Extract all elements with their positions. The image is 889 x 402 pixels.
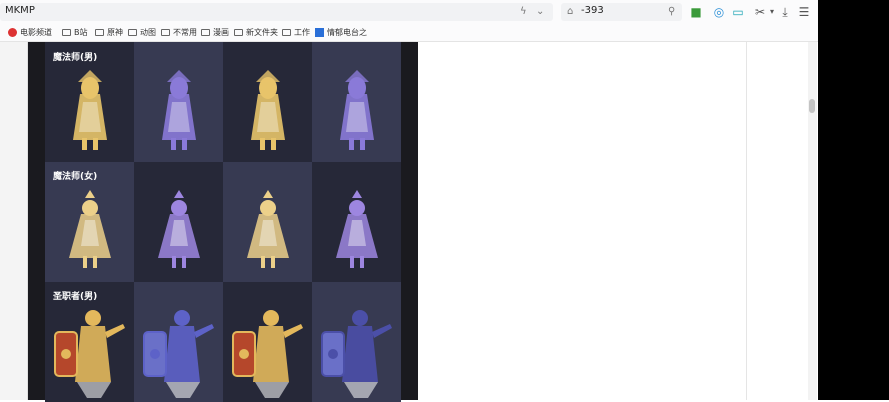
menu-icon[interactable]: ☰ bbox=[797, 5, 811, 19]
bookmark-label: 不常用 bbox=[173, 27, 197, 37]
search-box[interactable]: ⌂ -393 ⚲ bbox=[561, 3, 682, 21]
folder-icon bbox=[62, 28, 71, 36]
row-label-priest-male: 圣职者(男) bbox=[53, 292, 98, 302]
folder-icon bbox=[95, 28, 104, 36]
left-margin bbox=[0, 42, 27, 400]
folder-icon bbox=[201, 28, 210, 36]
search-icon[interactable]: ⚲ bbox=[668, 6, 675, 17]
bookmark-label: 动图 bbox=[140, 27, 156, 37]
folder-icon bbox=[128, 28, 137, 36]
character-sprite bbox=[340, 70, 374, 150]
bookmark-label: 电影频道 bbox=[20, 27, 52, 37]
movie-icon bbox=[8, 27, 17, 37]
bookmark-rarely-used[interactable]: 不常用 bbox=[161, 25, 197, 39]
lightning-icon[interactable]: ϟ bbox=[520, 6, 527, 17]
search-text: -393 bbox=[581, 5, 604, 16]
bookmark-genshin[interactable]: 原神 bbox=[95, 25, 123, 39]
folder-icon bbox=[234, 28, 243, 36]
scrollbar[interactable] bbox=[808, 42, 817, 400]
home-icon: ⌂ bbox=[567, 6, 574, 17]
bookmark-label: B站 bbox=[74, 27, 88, 37]
apps-icon[interactable]: ■ bbox=[689, 5, 703, 19]
character-sprite bbox=[69, 190, 111, 268]
character-sprite bbox=[54, 310, 125, 398]
character-sprite bbox=[251, 70, 285, 150]
address-bar[interactable]: MKMP ϟ ⌄ bbox=[0, 3, 553, 21]
character-sprite bbox=[321, 310, 392, 398]
bookmark-gifs[interactable]: 动图 bbox=[128, 25, 156, 39]
screen-icon[interactable]: ▭ bbox=[731, 5, 745, 19]
address-text: MKMP bbox=[5, 5, 35, 16]
bookmark-manga[interactable]: 漫画 bbox=[201, 25, 229, 39]
folder-icon bbox=[161, 28, 170, 36]
bookmark-bilibili[interactable]: B站 bbox=[62, 25, 88, 39]
bookmark-label: 新文件夹 bbox=[246, 27, 278, 37]
chevron-down-small-icon[interactable]: ▾ bbox=[765, 5, 779, 19]
translate-icon[interactable]: ◎ bbox=[712, 5, 726, 19]
chevron-down-icon[interactable]: ⌄ bbox=[536, 6, 544, 17]
window-edge bbox=[818, 0, 889, 400]
row-label-mage-female: 魔法师(女) bbox=[53, 172, 98, 182]
bookmark-work[interactable]: 工作 bbox=[282, 25, 310, 39]
bookmark-label: 漫画 bbox=[213, 27, 229, 37]
character-sprite bbox=[232, 310, 303, 398]
browser-toolbar: MKMP ϟ ⌄ ⌂ -393 ⚲ ■ ◎ ▭ ✂ ▾ ⤓ ☰ bbox=[0, 0, 818, 24]
bookmark-label: 原神 bbox=[107, 27, 123, 37]
content-right-border bbox=[746, 42, 747, 400]
bookmark-movie[interactable]: 电影频道 bbox=[8, 25, 52, 39]
bookmark-new-folder[interactable]: 新文件夹 bbox=[234, 25, 278, 39]
character-sprite bbox=[73, 70, 107, 150]
bookmark-label: 工作 bbox=[294, 27, 310, 37]
document-icon bbox=[315, 27, 324, 37]
character-sprite bbox=[158, 190, 200, 268]
bookmark-radio[interactable]: 情郁电台之 bbox=[315, 25, 367, 39]
character-sprite bbox=[336, 190, 378, 268]
scrollbar-thumb[interactable] bbox=[809, 99, 815, 113]
bookmark-label: 情郁电台之 bbox=[327, 27, 367, 37]
character-sprite bbox=[143, 310, 214, 398]
bookmarks-bar: 电影频道 B站 原神 动图 不常用 漫画 新文件夹 工作 情郁电台之 bbox=[0, 24, 818, 42]
character-sprite bbox=[162, 70, 196, 150]
folder-icon bbox=[282, 28, 291, 36]
download-icon[interactable]: ⤓ bbox=[778, 5, 792, 19]
character-sprite bbox=[247, 190, 289, 268]
